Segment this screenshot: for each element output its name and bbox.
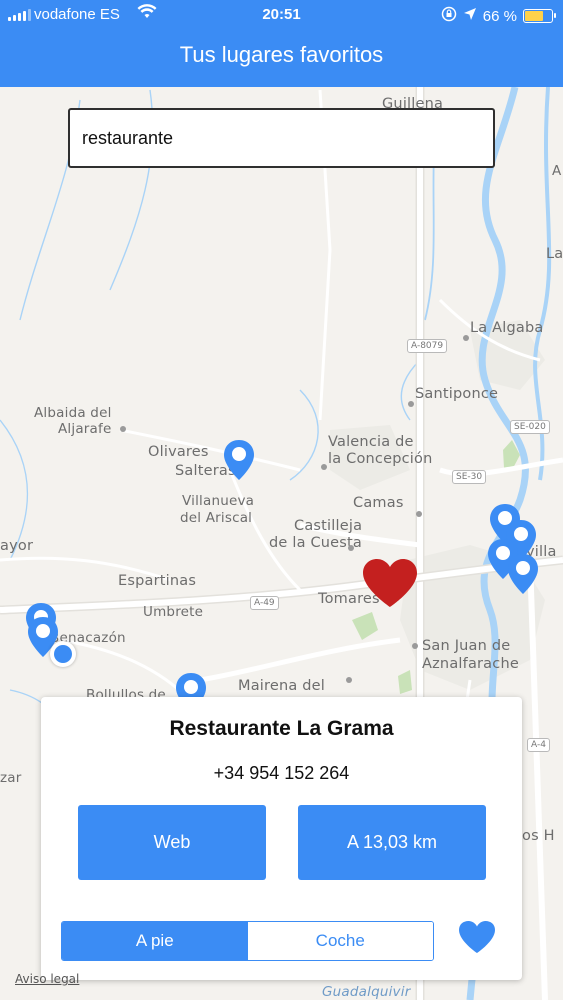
place-label: Aljarafe bbox=[58, 421, 112, 437]
battery-percent: 66 % bbox=[482, 7, 517, 25]
place-label: zar bbox=[0, 770, 22, 786]
heart-icon[interactable] bbox=[457, 919, 497, 957]
road-shield: A-49 bbox=[250, 596, 279, 610]
rotation-lock-icon bbox=[441, 6, 457, 26]
place-dot bbox=[348, 545, 354, 551]
place-label: Espartinas bbox=[118, 573, 197, 589]
place-label: Villanueva bbox=[182, 493, 255, 509]
place-label: La Algaba bbox=[470, 320, 544, 336]
place-label: San Juan de bbox=[422, 638, 511, 654]
search-input[interactable] bbox=[68, 108, 495, 168]
user-location-indicator bbox=[50, 641, 76, 667]
place-label: Mairena del bbox=[238, 678, 326, 694]
location-arrow-icon bbox=[463, 7, 477, 25]
status-bar: vodafone ES 20:51 66 % bbox=[0, 0, 563, 30]
place-label: Umbrete bbox=[143, 604, 204, 620]
road-shield: SE-30 bbox=[452, 470, 487, 484]
place-label: A bbox=[552, 163, 562, 179]
battery-icon bbox=[523, 9, 556, 23]
place-label: la Concepción bbox=[328, 451, 433, 467]
distance-button[interactable]: A 13,03 km bbox=[298, 805, 486, 880]
place-dot bbox=[120, 426, 126, 432]
place-label: La bbox=[546, 246, 563, 262]
top-bar: vodafone ES 20:51 66 % Tus lugares favor… bbox=[0, 0, 563, 87]
mode-walk-segment[interactable]: A pie bbox=[62, 922, 248, 960]
place-name: Restaurante La Grama bbox=[169, 717, 394, 740]
page-title: Tus lugares favoritos bbox=[179, 42, 384, 67]
river-label: Guadalquivir bbox=[322, 984, 411, 1000]
place-label: Aznalfarache bbox=[422, 656, 519, 672]
place-dot bbox=[463, 335, 469, 341]
place-label: del Ariscal bbox=[180, 510, 253, 526]
place-label: Valencia de bbox=[328, 434, 414, 450]
web-button[interactable]: Web bbox=[78, 805, 266, 880]
road-shield: A-8079 bbox=[407, 339, 448, 353]
place-phone[interactable]: +34 954 152 264 bbox=[41, 763, 522, 784]
place-label: ayor bbox=[0, 538, 34, 554]
place-label: os H bbox=[522, 828, 555, 844]
road-shield: SE-020 bbox=[510, 420, 550, 434]
place-label: Santiponce bbox=[415, 386, 499, 402]
mode-car-segment[interactable]: Coche bbox=[247, 922, 433, 960]
place-label: Castilleja bbox=[294, 518, 363, 534]
travel-mode-segmented-control[interactable]: A pie Coche bbox=[61, 921, 434, 961]
place-label: Albaida del bbox=[34, 405, 112, 421]
place-dot bbox=[412, 643, 418, 649]
legal-notice-link[interactable]: Aviso legal bbox=[15, 972, 79, 986]
place-label: Camas bbox=[353, 495, 404, 511]
place-dot bbox=[416, 511, 422, 517]
place-detail-card: Restaurante La Grama +34 954 152 264 Web… bbox=[41, 697, 522, 980]
road-shield: A-4 bbox=[527, 738, 550, 752]
status-right: 66 % bbox=[441, 6, 556, 26]
place-dot bbox=[346, 677, 352, 683]
place-label: Olivares bbox=[148, 444, 209, 460]
place-dot bbox=[321, 464, 327, 470]
place-dot bbox=[408, 401, 414, 407]
